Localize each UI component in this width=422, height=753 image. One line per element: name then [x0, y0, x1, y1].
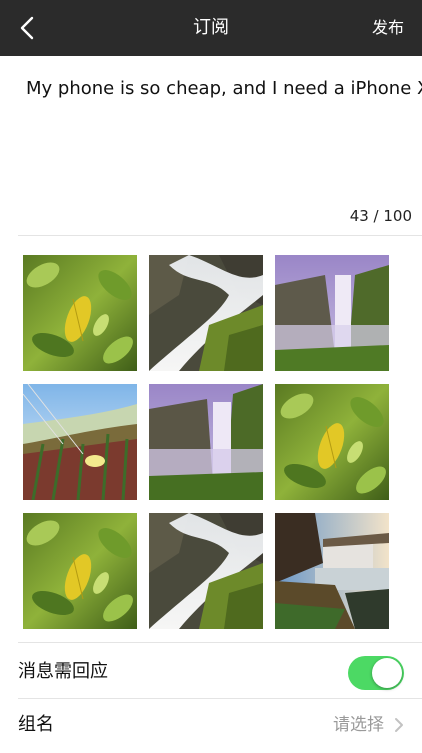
- divider: [18, 235, 422, 236]
- post-text-input[interactable]: My phone is so cheap, and I need a iPhon…: [26, 76, 422, 101]
- group-label: 组名: [18, 714, 54, 735]
- image-thumbnail-flower-meadow[interactable]: [23, 384, 137, 500]
- misty-waterfall-photo: [149, 384, 263, 500]
- image-grid: [23, 255, 389, 630]
- page-title: 订阅: [193, 17, 229, 38]
- image-thumbnail-canyon-waterfall[interactable]: [275, 513, 389, 629]
- waterfall-photo: [149, 255, 263, 371]
- group-select-value: 请选择: [333, 715, 384, 735]
- image-thumbnail-leaf-1[interactable]: [23, 255, 137, 371]
- chevron-left-icon: [20, 16, 34, 40]
- publish-button[interactable]: 发布: [372, 0, 404, 56]
- waterfall-photo: [149, 513, 263, 629]
- chevron-right-icon: [395, 718, 403, 732]
- image-thumbnail-leaf-2[interactable]: [275, 384, 389, 500]
- image-thumbnail-leaf-3[interactable]: [23, 513, 137, 629]
- image-thumbnail-misty-waterfall-2[interactable]: [149, 384, 263, 500]
- misty-waterfall-photo: [275, 255, 389, 371]
- flower-meadow-photo: [23, 384, 137, 500]
- leaf-photo: [275, 384, 389, 500]
- image-thumbnail-misty-waterfall-1[interactable]: [275, 255, 389, 371]
- leaf-photo: [23, 255, 137, 371]
- canyon-waterfall-photo: [275, 513, 389, 629]
- reply-required-toggle[interactable]: [348, 656, 404, 690]
- compose-area[interactable]: My phone is so cheap, and I need a iPhon…: [0, 56, 422, 236]
- reply-required-row: 消息需回应: [0, 644, 422, 700]
- image-thumbnail-waterfall-2[interactable]: [149, 513, 263, 629]
- leaf-photo: [23, 513, 137, 629]
- back-button[interactable]: [14, 14, 42, 42]
- nav-bar: 订阅 发布: [0, 0, 422, 56]
- image-thumbnail-waterfall-1[interactable]: [149, 255, 263, 371]
- divider: [18, 642, 422, 643]
- character-counter: 43 / 100: [349, 207, 412, 225]
- reply-required-label: 消息需回应: [18, 661, 108, 682]
- toggle-knob: [372, 658, 402, 688]
- post-text: My phone is so cheap, and I need a iPhon…: [26, 78, 422, 99]
- group-select-row[interactable]: 组名 请选择: [0, 697, 422, 753]
